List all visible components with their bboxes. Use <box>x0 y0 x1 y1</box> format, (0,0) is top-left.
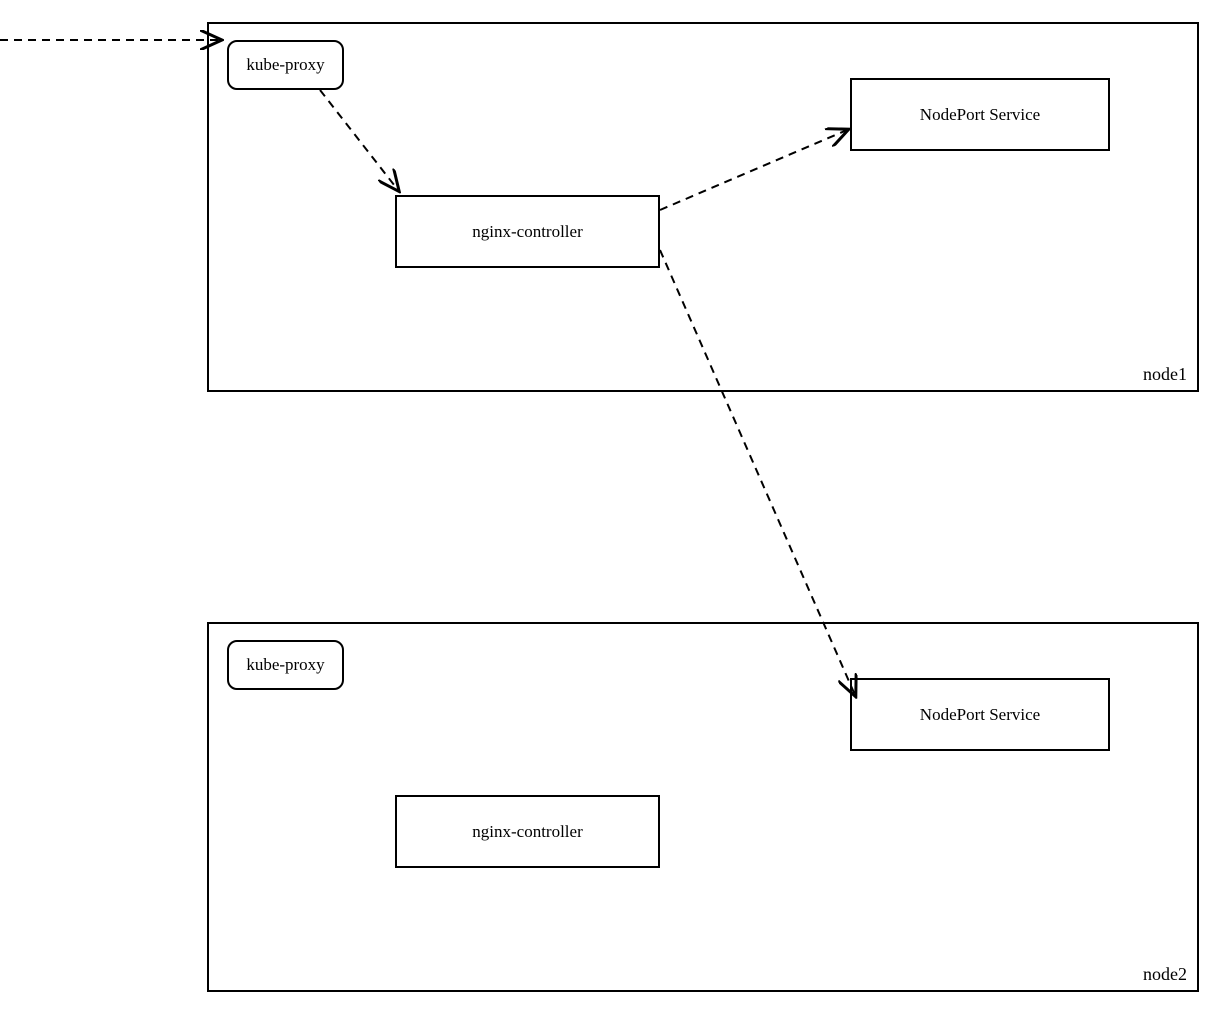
node2-nginx-controller: nginx-controller <box>395 795 660 868</box>
node2-kube-proxy: kube-proxy <box>227 640 344 690</box>
node2-kube-proxy-label: kube-proxy <box>246 655 324 675</box>
architecture-diagram: node1 kube-proxy nginx-controller NodePo… <box>0 0 1220 1020</box>
node1-nginx-controller-label: nginx-controller <box>472 222 582 242</box>
node1-nginx-controller: nginx-controller <box>395 195 660 268</box>
node2-nodeport-service: NodePort Service <box>850 678 1110 751</box>
node2-nodeport-service-label: NodePort Service <box>920 705 1040 725</box>
node1-label: node1 <box>1143 364 1187 385</box>
node1-kube-proxy-label: kube-proxy <box>246 55 324 75</box>
node2-label: node2 <box>1143 964 1187 985</box>
node2-nginx-controller-label: nginx-controller <box>472 822 582 842</box>
node1-kube-proxy: kube-proxy <box>227 40 344 90</box>
node1-nodeport-service-label: NodePort Service <box>920 105 1040 125</box>
node1-nodeport-service: NodePort Service <box>850 78 1110 151</box>
